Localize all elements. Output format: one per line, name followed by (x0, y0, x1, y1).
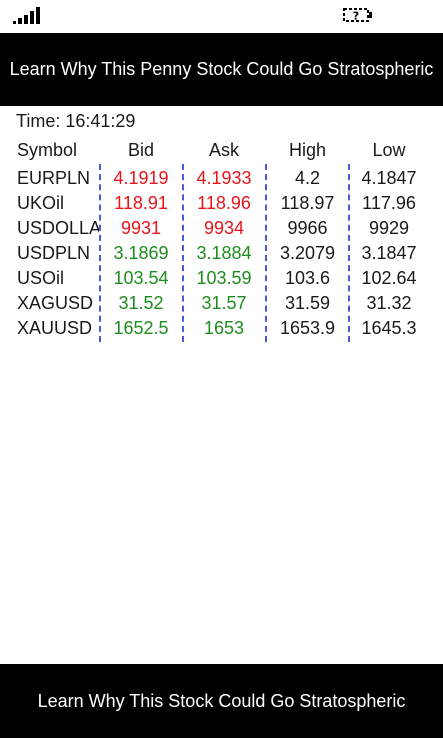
time-value: 16:41:29 (65, 111, 136, 131)
header-high: High (288, 139, 327, 160)
header-symbol: Symbol (17, 139, 78, 160)
cell-symbol: USOil (17, 268, 65, 288)
column-divider (265, 164, 267, 342)
cell-ask: 1653 (203, 318, 245, 338)
cell-high: 31.59 (284, 293, 331, 313)
time-label: Time: (16, 111, 61, 131)
table-row[interactable]: USDPLN 3.1869 3.1884 3.2079 3.1847 (0, 241, 443, 266)
quotes-rows: EURPLN 4.1919 4.1933 4.2 4.1847 UKOil 118.91 11… (0, 166, 443, 341)
cell-ask: 103.59 (196, 268, 252, 288)
cell-symbol: XAUUSD (17, 318, 93, 338)
cell-high: 1653.9 (279, 318, 336, 338)
cell-symbol: UKOil (17, 193, 65, 213)
cell-high: 118.97 (280, 193, 335, 213)
status-bar: ? (0, 0, 443, 33)
update-time: Time: 16:41:29 (16, 111, 135, 132)
cell-bid: 1652.5 (113, 318, 169, 338)
header-ask: Ask (208, 139, 239, 160)
cell-low: 102.64 (361, 268, 417, 288)
cell-high: 3.2079 (279, 243, 336, 263)
table-row[interactable]: USOil 103.54 103.59 103.6 102.64 (0, 266, 443, 291)
column-divider (348, 164, 350, 342)
cell-low: 4.1847 (361, 168, 417, 188)
cell-symbol: XAGUSD (17, 293, 94, 313)
app-screen: ? Learn Why This Penny Stock Could Go St… (0, 0, 443, 738)
battery-unknown-icon: ? (343, 8, 372, 23)
cell-symbol: EURPLN (17, 168, 91, 188)
battery-label: ? (353, 10, 359, 23)
table-row[interactable]: XAUUSD 1652.5 1653 1653.9 1645.3 (0, 316, 443, 341)
table-header: Symbol Bid Ask High Low (0, 134, 443, 166)
table-row[interactable]: EURPLN 4.1919 4.1933 4.2 4.1847 (0, 166, 443, 191)
header-low: Low (372, 139, 406, 160)
cell-low: 117.96 (362, 193, 416, 213)
cell-high: 103.6 (284, 268, 331, 288)
column-divider (99, 164, 101, 342)
cell-ask: 3.1884 (196, 243, 252, 263)
ad-banner-top[interactable]: Learn Why This Penny Stock Could Go Stra… (0, 33, 443, 106)
cell-low: 9929 (368, 218, 410, 238)
column-divider (182, 164, 184, 342)
cell-bid: 4.1919 (113, 168, 169, 188)
quotes-table: Symbol Bid Ask High Low EURPLN 4.1919 4.19… (0, 134, 443, 341)
cell-bid: 3.1869 (113, 243, 169, 263)
cell-symbol: USDPLN (17, 243, 91, 263)
cell-ask: 118.96 (197, 193, 251, 213)
cell-high: 4.2 (294, 168, 321, 188)
cell-low: 31.32 (366, 293, 412, 313)
header-bid: Bid (127, 139, 154, 160)
table-row[interactable]: USDOLLAR 9931 9934 9966 9929 (0, 216, 443, 241)
cell-bid: 118.91 (114, 193, 168, 213)
table-row[interactable]: XAGUSD 31.52 31.57 31.59 31.32 (0, 291, 443, 316)
cell-ask: 9934 (203, 218, 245, 238)
ad-banner-bottom[interactable]: Learn Why This Stock Could Go Stratosphe… (0, 664, 443, 738)
cell-low: 1645.3 (361, 318, 417, 338)
cell-ask: 4.1933 (196, 168, 252, 188)
cell-bid: 31.52 (118, 293, 164, 313)
signal-strength-icon (13, 7, 40, 24)
cell-symbol: USDOLLAR (17, 218, 99, 238)
table-row[interactable]: UKOil 118.91 118.96 118.97 117.96 (0, 191, 443, 216)
cell-bid: 103.54 (113, 268, 169, 288)
cell-bid: 9931 (120, 218, 162, 238)
cell-low: 3.1847 (361, 243, 417, 263)
cell-ask: 31.57 (201, 293, 247, 313)
cell-high: 9966 (287, 218, 328, 238)
